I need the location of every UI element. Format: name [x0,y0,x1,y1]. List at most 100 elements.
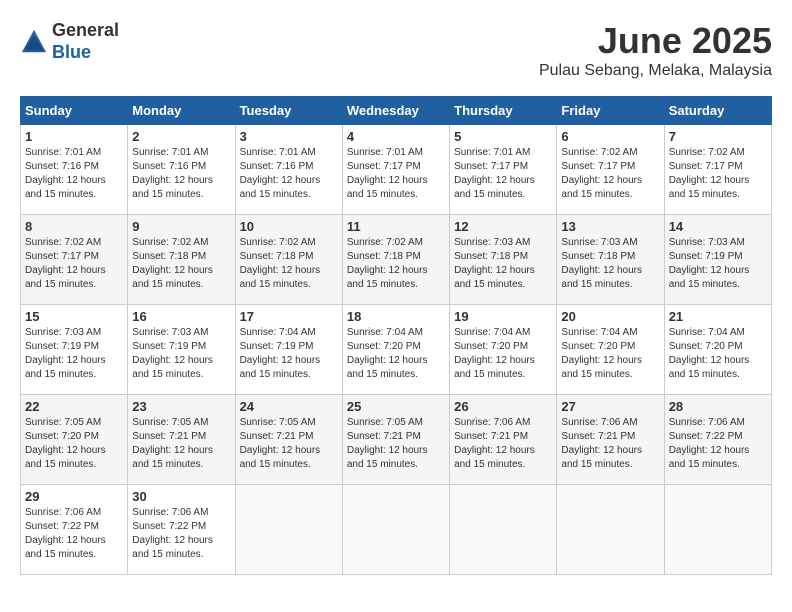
day-info: Sunrise: 7:03 AM Sunset: 7:19 PM Dayligh… [669,236,767,292]
day-number: 8 [25,219,123,234]
day-info: Sunrise: 7:01 AM Sunset: 7:16 PM Dayligh… [132,146,230,202]
day-number: 22 [25,399,123,414]
calendar-cell: 16 Sunrise: 7:03 AM Sunset: 7:19 PM Dayl… [128,305,235,395]
day-info: Sunrise: 7:01 AM Sunset: 7:16 PM Dayligh… [240,146,338,202]
day-info: Sunrise: 7:01 AM Sunset: 7:17 PM Dayligh… [454,146,552,202]
day-number: 23 [132,399,230,414]
calendar-cell: 18 Sunrise: 7:04 AM Sunset: 7:20 PM Dayl… [342,305,449,395]
logo-blue: Blue [52,42,91,62]
calendar-subtitle: Pulau Sebang, Melaka, Malaysia [539,62,772,80]
logo: General Blue [20,20,119,63]
title-block: June 2025 Pulau Sebang, Melaka, Malaysia [539,20,772,80]
calendar-cell: 17 Sunrise: 7:04 AM Sunset: 7:19 PM Dayl… [235,305,342,395]
calendar-cell: 21 Sunrise: 7:04 AM Sunset: 7:20 PM Dayl… [664,305,771,395]
calendar-cell: 5 Sunrise: 7:01 AM Sunset: 7:17 PM Dayli… [450,125,557,215]
calendar-cell: 13 Sunrise: 7:03 AM Sunset: 7:18 PM Dayl… [557,215,664,305]
day-number: 24 [240,399,338,414]
calendar-cell: 12 Sunrise: 7:03 AM Sunset: 7:18 PM Dayl… [450,215,557,305]
day-number: 16 [132,309,230,324]
calendar-cell: 2 Sunrise: 7:01 AM Sunset: 7:16 PM Dayli… [128,125,235,215]
day-info: Sunrise: 7:04 AM Sunset: 7:19 PM Dayligh… [240,326,338,382]
day-info: Sunrise: 7:02 AM Sunset: 7:17 PM Dayligh… [561,146,659,202]
day-info: Sunrise: 7:02 AM Sunset: 7:18 PM Dayligh… [347,236,445,292]
day-number: 7 [669,129,767,144]
calendar-cell: 24 Sunrise: 7:05 AM Sunset: 7:21 PM Dayl… [235,395,342,485]
calendar-cell: 25 Sunrise: 7:05 AM Sunset: 7:21 PM Dayl… [342,395,449,485]
day-number: 21 [669,309,767,324]
day-info: Sunrise: 7:04 AM Sunset: 7:20 PM Dayligh… [561,326,659,382]
day-number: 26 [454,399,552,414]
day-info: Sunrise: 7:01 AM Sunset: 7:16 PM Dayligh… [25,146,123,202]
calendar-week-1: 1 Sunrise: 7:01 AM Sunset: 7:16 PM Dayli… [21,125,772,215]
day-info: Sunrise: 7:03 AM Sunset: 7:18 PM Dayligh… [454,236,552,292]
calendar-cell: 3 Sunrise: 7:01 AM Sunset: 7:16 PM Dayli… [235,125,342,215]
day-info: Sunrise: 7:04 AM Sunset: 7:20 PM Dayligh… [669,326,767,382]
calendar-cell: 14 Sunrise: 7:03 AM Sunset: 7:19 PM Dayl… [664,215,771,305]
calendar-cell: 19 Sunrise: 7:04 AM Sunset: 7:20 PM Dayl… [450,305,557,395]
calendar-cell: 4 Sunrise: 7:01 AM Sunset: 7:17 PM Dayli… [342,125,449,215]
calendar-table: SundayMondayTuesdayWednesdayThursdayFrid… [20,96,772,575]
calendar-cell [235,485,342,575]
day-info: Sunrise: 7:03 AM Sunset: 7:18 PM Dayligh… [561,236,659,292]
calendar-week-3: 15 Sunrise: 7:03 AM Sunset: 7:19 PM Dayl… [21,305,772,395]
day-number: 27 [561,399,659,414]
day-number: 18 [347,309,445,324]
calendar-title: June 2025 [539,20,772,62]
calendar-cell: 7 Sunrise: 7:02 AM Sunset: 7:17 PM Dayli… [664,125,771,215]
day-info: Sunrise: 7:06 AM Sunset: 7:22 PM Dayligh… [132,506,230,562]
day-info: Sunrise: 7:06 AM Sunset: 7:21 PM Dayligh… [454,416,552,472]
calendar-week-4: 22 Sunrise: 7:05 AM Sunset: 7:20 PM Dayl… [21,395,772,485]
day-info: Sunrise: 7:05 AM Sunset: 7:21 PM Dayligh… [347,416,445,472]
calendar-cell: 23 Sunrise: 7:05 AM Sunset: 7:21 PM Dayl… [128,395,235,485]
day-number: 20 [561,309,659,324]
calendar-cell: 26 Sunrise: 7:06 AM Sunset: 7:21 PM Dayl… [450,395,557,485]
day-info: Sunrise: 7:05 AM Sunset: 7:20 PM Dayligh… [25,416,123,472]
weekday-header-tuesday: Tuesday [235,97,342,125]
weekday-header-friday: Friday [557,97,664,125]
calendar-cell: 9 Sunrise: 7:02 AM Sunset: 7:18 PM Dayli… [128,215,235,305]
day-number: 14 [669,219,767,234]
calendar-cell: 1 Sunrise: 7:01 AM Sunset: 7:16 PM Dayli… [21,125,128,215]
calendar-cell: 6 Sunrise: 7:02 AM Sunset: 7:17 PM Dayli… [557,125,664,215]
weekday-header-monday: Monday [128,97,235,125]
day-info: Sunrise: 7:06 AM Sunset: 7:22 PM Dayligh… [25,506,123,562]
day-info: Sunrise: 7:05 AM Sunset: 7:21 PM Dayligh… [132,416,230,472]
day-number: 2 [132,129,230,144]
logo-icon [20,28,48,56]
day-number: 17 [240,309,338,324]
day-info: Sunrise: 7:04 AM Sunset: 7:20 PM Dayligh… [454,326,552,382]
day-number: 19 [454,309,552,324]
calendar-cell: 15 Sunrise: 7:03 AM Sunset: 7:19 PM Dayl… [21,305,128,395]
weekday-header-wednesday: Wednesday [342,97,449,125]
weekday-header-thursday: Thursday [450,97,557,125]
day-number: 13 [561,219,659,234]
calendar-cell [557,485,664,575]
day-info: Sunrise: 7:01 AM Sunset: 7:17 PM Dayligh… [347,146,445,202]
calendar-cell: 11 Sunrise: 7:02 AM Sunset: 7:18 PM Dayl… [342,215,449,305]
day-number: 30 [132,489,230,504]
day-info: Sunrise: 7:02 AM Sunset: 7:17 PM Dayligh… [669,146,767,202]
calendar-cell [342,485,449,575]
day-info: Sunrise: 7:02 AM Sunset: 7:18 PM Dayligh… [240,236,338,292]
day-number: 15 [25,309,123,324]
calendar-cell: 27 Sunrise: 7:06 AM Sunset: 7:21 PM Dayl… [557,395,664,485]
day-info: Sunrise: 7:03 AM Sunset: 7:19 PM Dayligh… [25,326,123,382]
calendar-cell: 30 Sunrise: 7:06 AM Sunset: 7:22 PM Dayl… [128,485,235,575]
day-info: Sunrise: 7:02 AM Sunset: 7:18 PM Dayligh… [132,236,230,292]
day-number: 29 [25,489,123,504]
calendar-cell: 8 Sunrise: 7:02 AM Sunset: 7:17 PM Dayli… [21,215,128,305]
page-header: General Blue June 2025 Pulau Sebang, Mel… [20,20,772,80]
day-number: 9 [132,219,230,234]
calendar-cell: 22 Sunrise: 7:05 AM Sunset: 7:20 PM Dayl… [21,395,128,485]
calendar-header-row: SundayMondayTuesdayWednesdayThursdayFrid… [21,97,772,125]
calendar-week-2: 8 Sunrise: 7:02 AM Sunset: 7:17 PM Dayli… [21,215,772,305]
calendar-cell: 10 Sunrise: 7:02 AM Sunset: 7:18 PM Dayl… [235,215,342,305]
logo-general: General [52,20,119,40]
day-info: Sunrise: 7:03 AM Sunset: 7:19 PM Dayligh… [132,326,230,382]
day-number: 5 [454,129,552,144]
day-info: Sunrise: 7:04 AM Sunset: 7:20 PM Dayligh… [347,326,445,382]
day-number: 4 [347,129,445,144]
day-number: 28 [669,399,767,414]
day-info: Sunrise: 7:05 AM Sunset: 7:21 PM Dayligh… [240,416,338,472]
calendar-cell: 29 Sunrise: 7:06 AM Sunset: 7:22 PM Dayl… [21,485,128,575]
